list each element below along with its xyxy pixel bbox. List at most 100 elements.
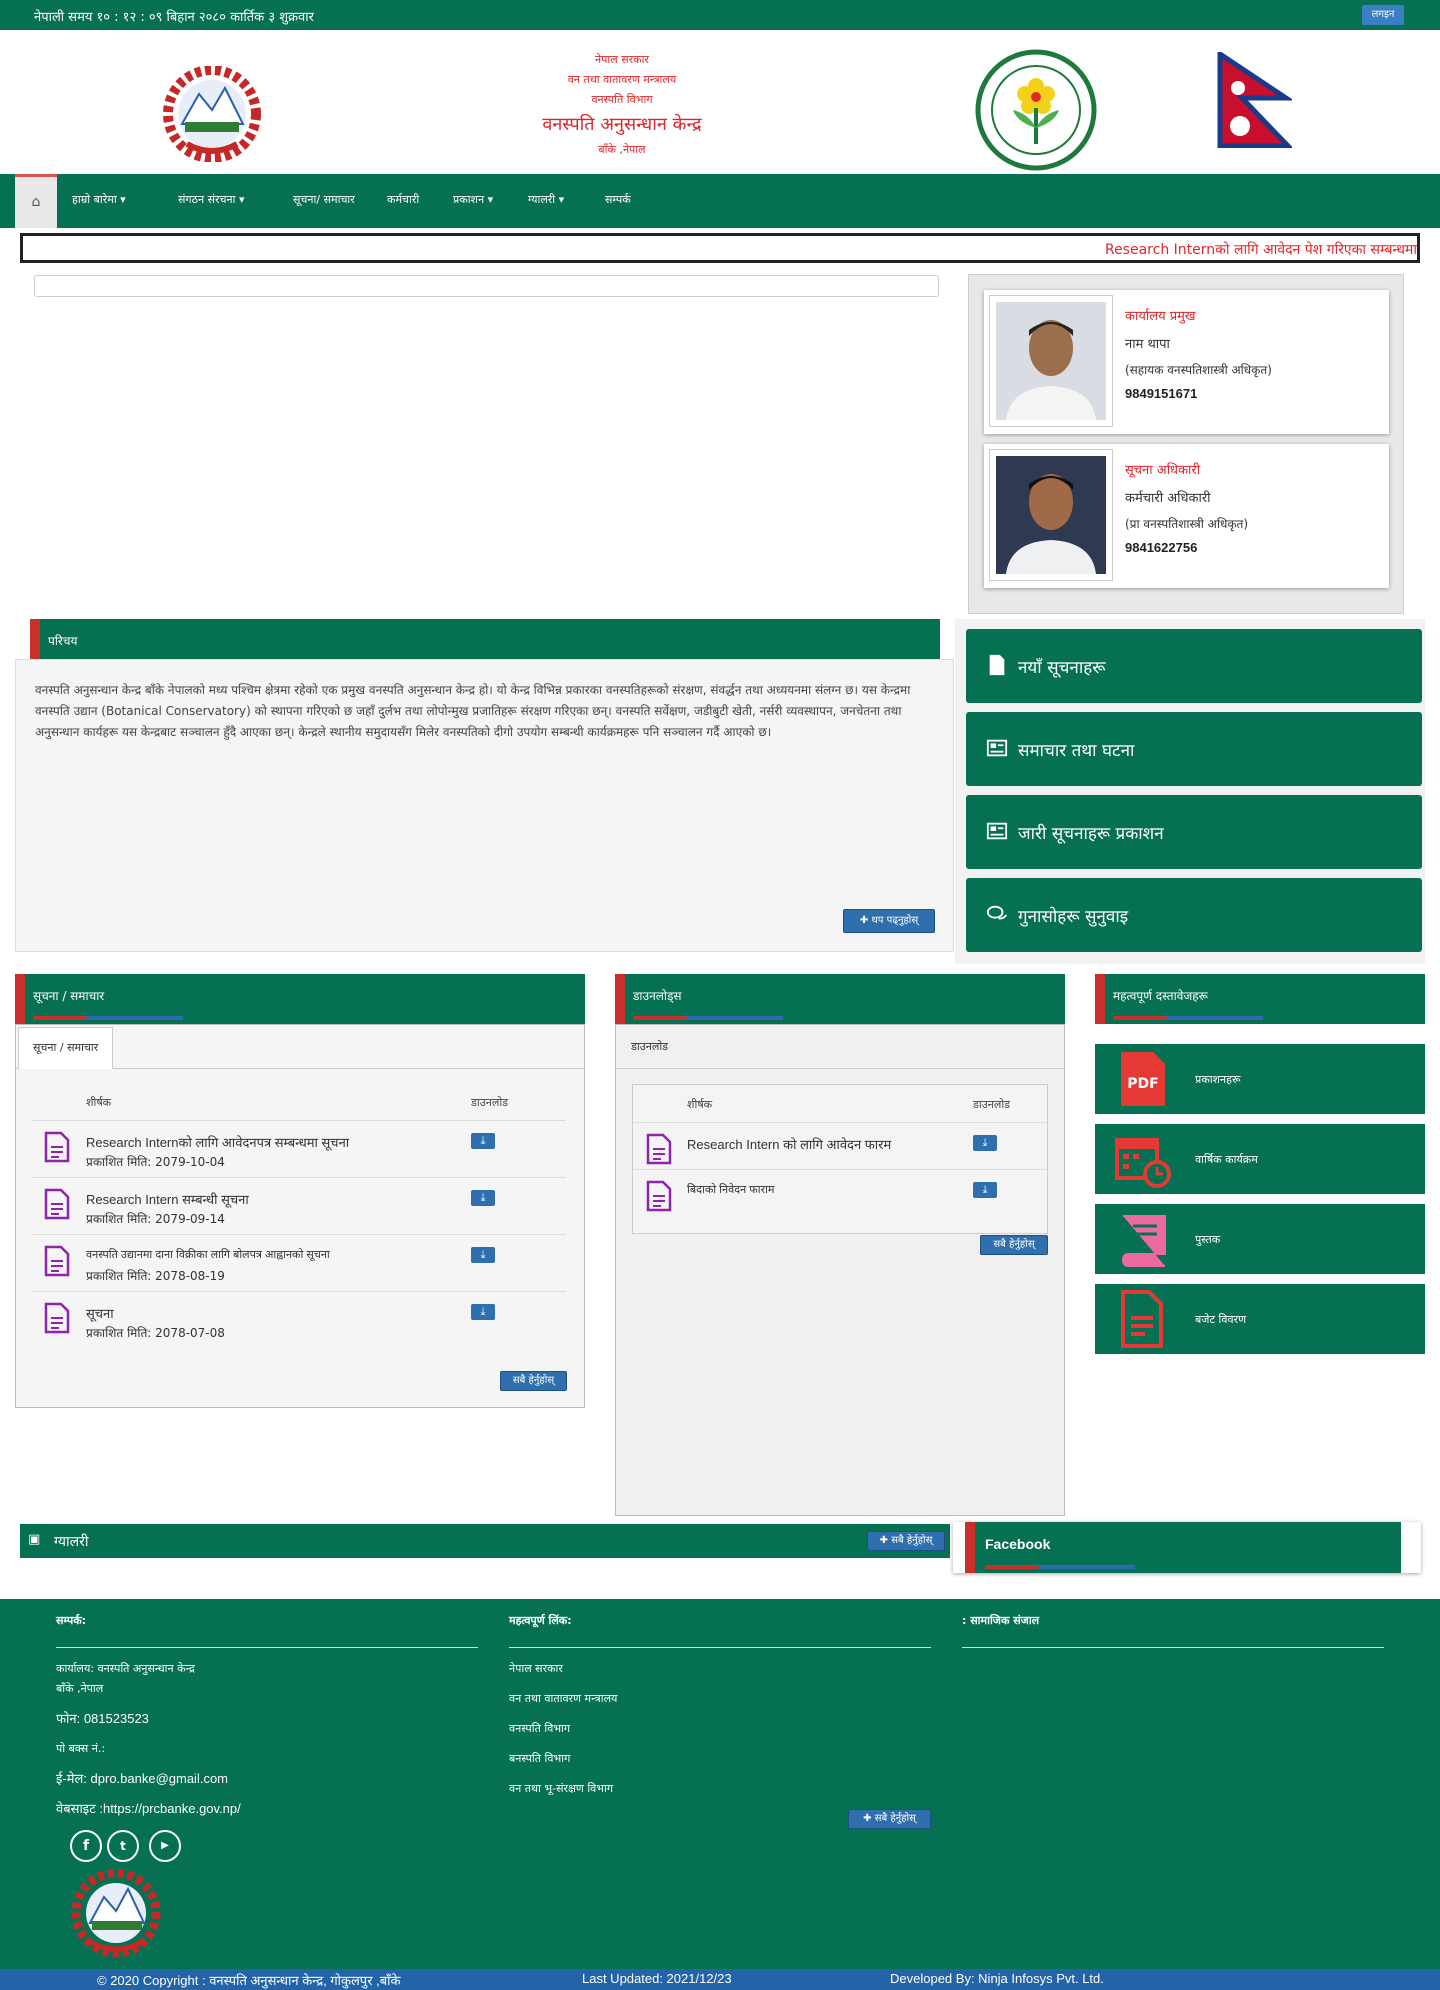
download-icon[interactable]: ⤓ <box>471 1247 495 1263</box>
developer-credit[interactable]: Developed By: Ninja Infosys Pvt. Ltd. <box>890 1971 1104 1986</box>
header-line1: नेपाल सरकार <box>595 53 649 66</box>
resource-books[interactable]: पुस्तक <box>1095 1204 1425 1274</box>
column-download: डाउनलोड <box>471 1096 509 1109</box>
document-icon <box>1121 1290 1163 1348</box>
tab-bar: सूचना / समाचार <box>16 1025 584 1069</box>
tab-bar: डाउनलोड <box>616 1025 1064 1069</box>
tab-downloads[interactable]: डाउनलोड <box>631 1039 668 1054</box>
notice-title[interactable]: Research Internको लागि आवेदनपत्र सम्बन्ध… <box>86 1133 349 1151</box>
downloads-table: शीर्षक डाउनलोड Research Intern को लागि आ… <box>632 1084 1048 1234</box>
book-icon <box>1121 1215 1166 1267</box>
official-phone: 9849151671 <box>1125 386 1198 401</box>
quick-link-publications[interactable]: जारी सूचनाहरू प्रकाशन <box>966 795 1422 869</box>
youtube-icon[interactable]: ▶ <box>149 1830 181 1862</box>
divider <box>509 1647 931 1648</box>
nav-item-notices[interactable]: सूचना/ समाचार <box>293 174 355 228</box>
title-underline <box>1113 1016 1263 1020</box>
downloads-panel: डाउनलोड शीर्षक डाउनलोड Research Intern क… <box>615 1024 1065 1516</box>
quick-link-news[interactable]: समाचार तथा घटना <box>966 712 1422 786</box>
official-post: (सहायक वनस्पतिशास्त्री अधिकृत) <box>1125 363 1272 377</box>
notice-title[interactable]: वनस्पति उद्यानमा दाना विक्रीका लागि बोलप… <box>86 1247 330 1262</box>
footer-website[interactable]: वेबसाइट :https://prcbanke.gov.np/ <box>56 1799 241 1817</box>
footer-link[interactable]: वन तथा भू-संरक्षण विभाग <box>509 1781 613 1796</box>
notice-title[interactable]: सूचना <box>86 1304 114 1322</box>
copyright-text: © 2020 Copyright : वनस्पति अनुसन्धान केन… <box>97 1973 401 1988</box>
footer-link[interactable]: वनस्पति विभाग <box>509 1721 570 1736</box>
view-all-gallery-button[interactable]: ✚ सबै हेर्नुहोस् <box>867 1531 945 1551</box>
column-download: डाउनलोड <box>973 1098 1011 1111</box>
officials-panel: कार्यालय प्रमुख नाम थापा (सहायक वनस्पतिश… <box>968 274 1404 614</box>
quick-link-grievance[interactable]: गुनासोहरू सुनुवाइ <box>966 878 1422 952</box>
official-photo <box>989 449 1113 581</box>
download-icon[interactable]: ⤓ <box>471 1133 495 1149</box>
image-slider <box>34 275 939 297</box>
resource-publications[interactable]: PDF प्रकाशनहरू <box>1095 1044 1425 1114</box>
footer-office-location: बाँके ,नेपाल <box>56 1682 104 1695</box>
notice-date: प्रकाशित मिति: 2079-09-14 <box>86 1212 225 1226</box>
header-line2: वन तथा वातावरण मन्त्रालय <box>567 73 677 86</box>
official-post: (प्रा वनस्पतिशास्त्री अधिकृत) <box>1125 517 1249 531</box>
quick-links: नयाँ सूचनाहरू समाचार तथा घटना जारी सूचना… <box>955 619 1425 964</box>
nav-item-gallery[interactable]: ग्यालरी ▾ <box>528 174 564 228</box>
pdf-icon: PDF <box>1121 1052 1165 1106</box>
news-ticker: Research Internको लागि आवेदन पेश गरिएका … <box>20 233 1420 263</box>
site-header: नेपाल सरकार वन तथा वातावरण मन्त्रालय वनस… <box>0 30 1440 174</box>
tab-notices[interactable]: सूचना / समाचार <box>18 1027 114 1069</box>
footer-link[interactable]: नेपाल सरकार <box>509 1661 563 1676</box>
download-icon[interactable]: ⤓ <box>471 1190 495 1206</box>
download-title[interactable]: Research Intern को लागि आवेदन फारम <box>687 1135 891 1153</box>
official-card: सूचना अधिकारी कर्मचारी अधिकारी (प्रा वनस… <box>984 444 1389 588</box>
accent-bar <box>15 974 25 1024</box>
button-label: सबै हेर्नुहोस् <box>874 1813 916 1824</box>
footer-email[interactable]: ई-मेल: dpro.banke@gmail.com <box>56 1769 228 1787</box>
home-icon[interactable]: ⌂ <box>15 174 57 228</box>
gallery-strip: ▣ ग्यालरी ✚ सबै हेर्नुहोस् <box>20 1524 950 1558</box>
facebook-icon[interactable]: f <box>70 1830 102 1862</box>
downloads-header: डाउनलोड्स <box>615 974 1065 1024</box>
about-title: परिचय <box>48 634 78 648</box>
notice-title[interactable]: Research Intern सम्बन्धी सूचना <box>86 1190 249 1208</box>
about-header: परिचय <box>30 619 940 659</box>
download-icon[interactable]: ⤓ <box>973 1135 997 1151</box>
quick-link-notices[interactable]: नयाँ सूचनाहरू <box>966 629 1422 703</box>
comments-icon <box>986 905 1007 920</box>
read-more-button[interactable]: ✚ थप पढ्नुहोस् <box>843 909 935 933</box>
official-role: सूचना अधिकारी <box>1125 463 1201 478</box>
resource-budget[interactable]: बजेट विवरण <box>1095 1284 1425 1354</box>
column-title: शीर्षक <box>687 1098 713 1111</box>
accent-bar <box>965 1522 975 1573</box>
footer-link[interactable]: बनस्पति विभाग <box>509 1751 570 1766</box>
document-icon <box>646 1180 672 1212</box>
download-title[interactable]: बिदाको निवेदन फाराम <box>687 1182 775 1197</box>
about-text: वनस्पति अनुसन्धान केन्द्र बाँके नेपालको … <box>35 683 911 739</box>
resource-label: वार्षिक कार्यक्रम <box>1195 1153 1258 1166</box>
notices-header: सूचना / समाचार <box>15 974 585 1024</box>
download-icon[interactable]: ⤓ <box>471 1304 495 1320</box>
official-photo <box>989 295 1113 427</box>
footer-pobox: पो बक्स नं.: <box>56 1742 106 1755</box>
about-panel: वनस्पति अनुसन्धान केन्द्र बाँके नेपालको … <box>15 659 954 952</box>
ticker-text[interactable]: Research Internको लागि आवेदन पेश गरिएका … <box>1105 240 1417 259</box>
download-icon[interactable]: ⤓ <box>973 1182 997 1198</box>
login-button[interactable]: लगइन <box>1362 5 1404 25</box>
nav-item-about[interactable]: हाम्रो बारेमा ▾ <box>72 174 126 228</box>
nav-item-contact[interactable]: सम्पर्क <box>605 174 631 228</box>
view-all-downloads-button[interactable]: सबै हेर्नुहोस् <box>980 1235 1048 1255</box>
nav-item-publications[interactable]: प्रकाशन ▾ <box>453 174 493 228</box>
view-all-links-button[interactable]: ✚ सबै हेर्नुहोस् <box>848 1809 931 1829</box>
nav-item-staff[interactable]: कर्मचारी <box>387 174 419 228</box>
resource-annual-program[interactable]: वार्षिक कार्यक्रम <box>1095 1124 1425 1194</box>
document-icon <box>44 1245 70 1277</box>
facebook-panel: Facebook <box>953 1522 1421 1573</box>
quick-link-label: नयाँ सूचनाहरू <box>1018 658 1106 678</box>
twitter-icon[interactable]: t <box>107 1830 139 1862</box>
footer-office: कार्यालय: वनस्पति अनुसन्धान केन्द्र <box>56 1662 195 1675</box>
last-updated: Last Updated: 2021/12/23 <box>582 1971 732 1986</box>
view-all-notices-button[interactable]: सबै हेर्नुहोस् <box>500 1371 567 1391</box>
title-underline <box>33 1016 183 1020</box>
header-line3: वनस्पति विभाग <box>591 93 653 106</box>
footer-link[interactable]: वन तथा वातावरण मन्त्रालय <box>509 1691 617 1706</box>
file-icon <box>989 654 1005 676</box>
downloads-title: डाउनलोड्स <box>633 989 682 1003</box>
nav-item-structure[interactable]: संगठन संरचना ▾ <box>178 174 245 228</box>
